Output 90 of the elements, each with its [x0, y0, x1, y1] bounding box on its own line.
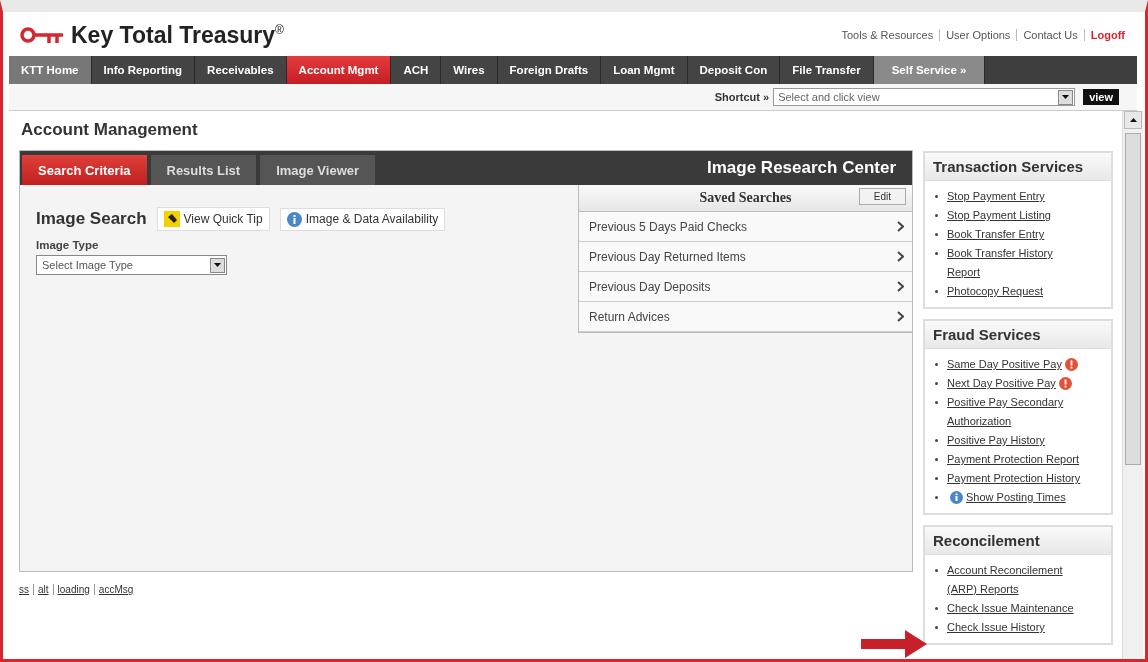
- sidebar-link[interactable]: Account Reconcilement (ARP) Reports: [947, 561, 1087, 599]
- sidebar-link[interactable]: Photocopy Request: [947, 282, 1043, 301]
- sidebar-link[interactable]: Payment Protection Report: [947, 450, 1080, 469]
- saved-search-item[interactable]: Return Advices: [579, 302, 912, 332]
- alert-icon: [1058, 377, 1072, 390]
- nav-tab[interactable]: KTT Home: [9, 56, 92, 84]
- bullet-icon: [935, 233, 938, 236]
- nav-tab[interactable]: Receivables: [195, 56, 287, 84]
- bullet-icon: [935, 363, 938, 366]
- panel-tab[interactable]: Results List: [150, 155, 257, 185]
- chevron-right-icon: [897, 221, 904, 232]
- panel-tab[interactable]: Image Viewer: [260, 155, 376, 185]
- nav-tab[interactable]: ACH: [391, 56, 442, 84]
- sidebar-link[interactable]: Positive Pay History: [947, 431, 1045, 450]
- header-link[interactable]: Contact Us: [1016, 29, 1084, 41]
- header-link[interactable]: Tools & Resources: [835, 29, 940, 41]
- bullet-icon: [935, 214, 938, 217]
- nav-tab[interactable]: File Transfer: [780, 56, 874, 84]
- key-icon: [19, 26, 65, 44]
- brand-name: Key Total Treasury$^{®}$: [71, 21, 284, 49]
- bullet-icon: [935, 401, 938, 404]
- bullet-icon: [935, 439, 938, 442]
- nav-tab[interactable]: Deposit Con: [687, 56, 781, 84]
- chevron-right-icon: [897, 251, 904, 262]
- edit-button[interactable]: Edit: [858, 188, 906, 205]
- bullet-icon: [935, 195, 938, 198]
- saved-search-label: Return Advices: [589, 309, 670, 324]
- bullet-icon: [935, 626, 938, 629]
- sidebar-link[interactable]: Check Issue History: [947, 618, 1045, 637]
- panel-tab[interactable]: Search Criteria: [22, 155, 147, 185]
- down-arrow-icon: [1062, 95, 1070, 99]
- tag-icon: [163, 211, 180, 227]
- sidebar-link[interactable]: Stop Payment Entry: [947, 187, 1045, 206]
- nav-tab[interactable]: Info Reporting: [91, 56, 196, 84]
- sidebar-link[interactable]: Payment Protection History: [947, 469, 1081, 488]
- down-arrow-icon: [214, 263, 221, 267]
- chevron-right-icon: [897, 281, 904, 292]
- sidebar-link[interactable]: Show Posting Times: [966, 488, 1066, 507]
- header-link[interactable]: User Options: [939, 29, 1017, 41]
- saved-search-label: Previous 5 Days Paid Checks: [589, 219, 748, 234]
- nav-tab[interactable]: Loan Mgmt: [601, 56, 688, 84]
- saved-search-label: Previous Day Deposits: [589, 279, 711, 294]
- page-title: Account Management: [20, 119, 199, 141]
- sidebar-link[interactable]: Positive Pay Secondary Authorization: [947, 393, 1087, 431]
- sidebar-link[interactable]: Stop Payment Listing: [947, 206, 1051, 225]
- arrow-icon: [861, 630, 927, 658]
- chevron-right-icon: [897, 311, 904, 322]
- saved-search-item[interactable]: Previous Day Deposits: [579, 272, 912, 302]
- bullet-icon: [935, 496, 938, 499]
- footer-link[interactable]: alt: [33, 584, 53, 595]
- saved-search-item[interactable]: Previous 5 Days Paid Checks: [579, 212, 912, 242]
- quick-tip-button[interactable]: View Quick Tip: [156, 207, 270, 231]
- view-button[interactable]: view: [1083, 89, 1119, 105]
- nav-tab[interactable]: Account Mgmt: [286, 56, 392, 84]
- saved-searches-title: Saved Searches: [699, 190, 792, 206]
- scrollbar[interactable]: [1122, 111, 1143, 659]
- sidebar-link[interactable]: Same Day Positive Pay: [947, 355, 1062, 374]
- sidebar-link[interactable]: Book Transfer History Report: [947, 244, 1087, 282]
- saved-search-item[interactable]: Previous Day Returned Items: [579, 242, 912, 272]
- footer-link[interactable]: accMsg: [93, 584, 138, 595]
- bullet-icon: [935, 607, 938, 610]
- bullet-icon: [935, 458, 938, 461]
- box-title: Reconcilement: [925, 527, 1111, 555]
- sidebar-link[interactable]: Book Transfer Entry: [947, 225, 1045, 244]
- footer-link[interactable]: loading: [52, 584, 94, 595]
- info-icon: [286, 211, 302, 227]
- availability-button[interactable]: Image & Data Availability: [279, 207, 446, 231]
- footer-link[interactable]: ss: [19, 584, 33, 595]
- nav-tab[interactable]: Foreign Drafts: [497, 56, 602, 84]
- shortcut-label: Shortcut »: [714, 91, 770, 103]
- bullet-icon: [935, 382, 938, 385]
- shortcut-select[interactable]: Select and click view: [773, 88, 1076, 106]
- bullet-icon: [935, 569, 938, 572]
- up-arrow-icon: [1129, 118, 1137, 122]
- box-title: Fraud Services: [925, 321, 1111, 349]
- field-label: Image Type: [36, 239, 100, 251]
- alert-icon: [1064, 358, 1078, 371]
- nav-tab[interactable]: Wires: [441, 56, 498, 84]
- saved-search-label: Previous Day Returned Items: [589, 249, 746, 264]
- image-type-select[interactable]: Select Image Type: [36, 255, 227, 275]
- sidebar-link[interactable]: Check Issue Maintenance: [947, 599, 1074, 618]
- panel-title: Image Research Center: [707, 158, 897, 178]
- bullet-icon: [935, 252, 938, 255]
- bullet-icon: [935, 477, 938, 480]
- section-heading: Image Search: [36, 209, 147, 229]
- info-icon: [950, 491, 963, 504]
- header-link[interactable]: Logoff: [1083, 29, 1131, 41]
- sidebar-link[interactable]: Next Day Positive Pay: [947, 374, 1056, 393]
- bullet-icon: [935, 290, 938, 293]
- box-title: Transaction Services: [925, 153, 1111, 181]
